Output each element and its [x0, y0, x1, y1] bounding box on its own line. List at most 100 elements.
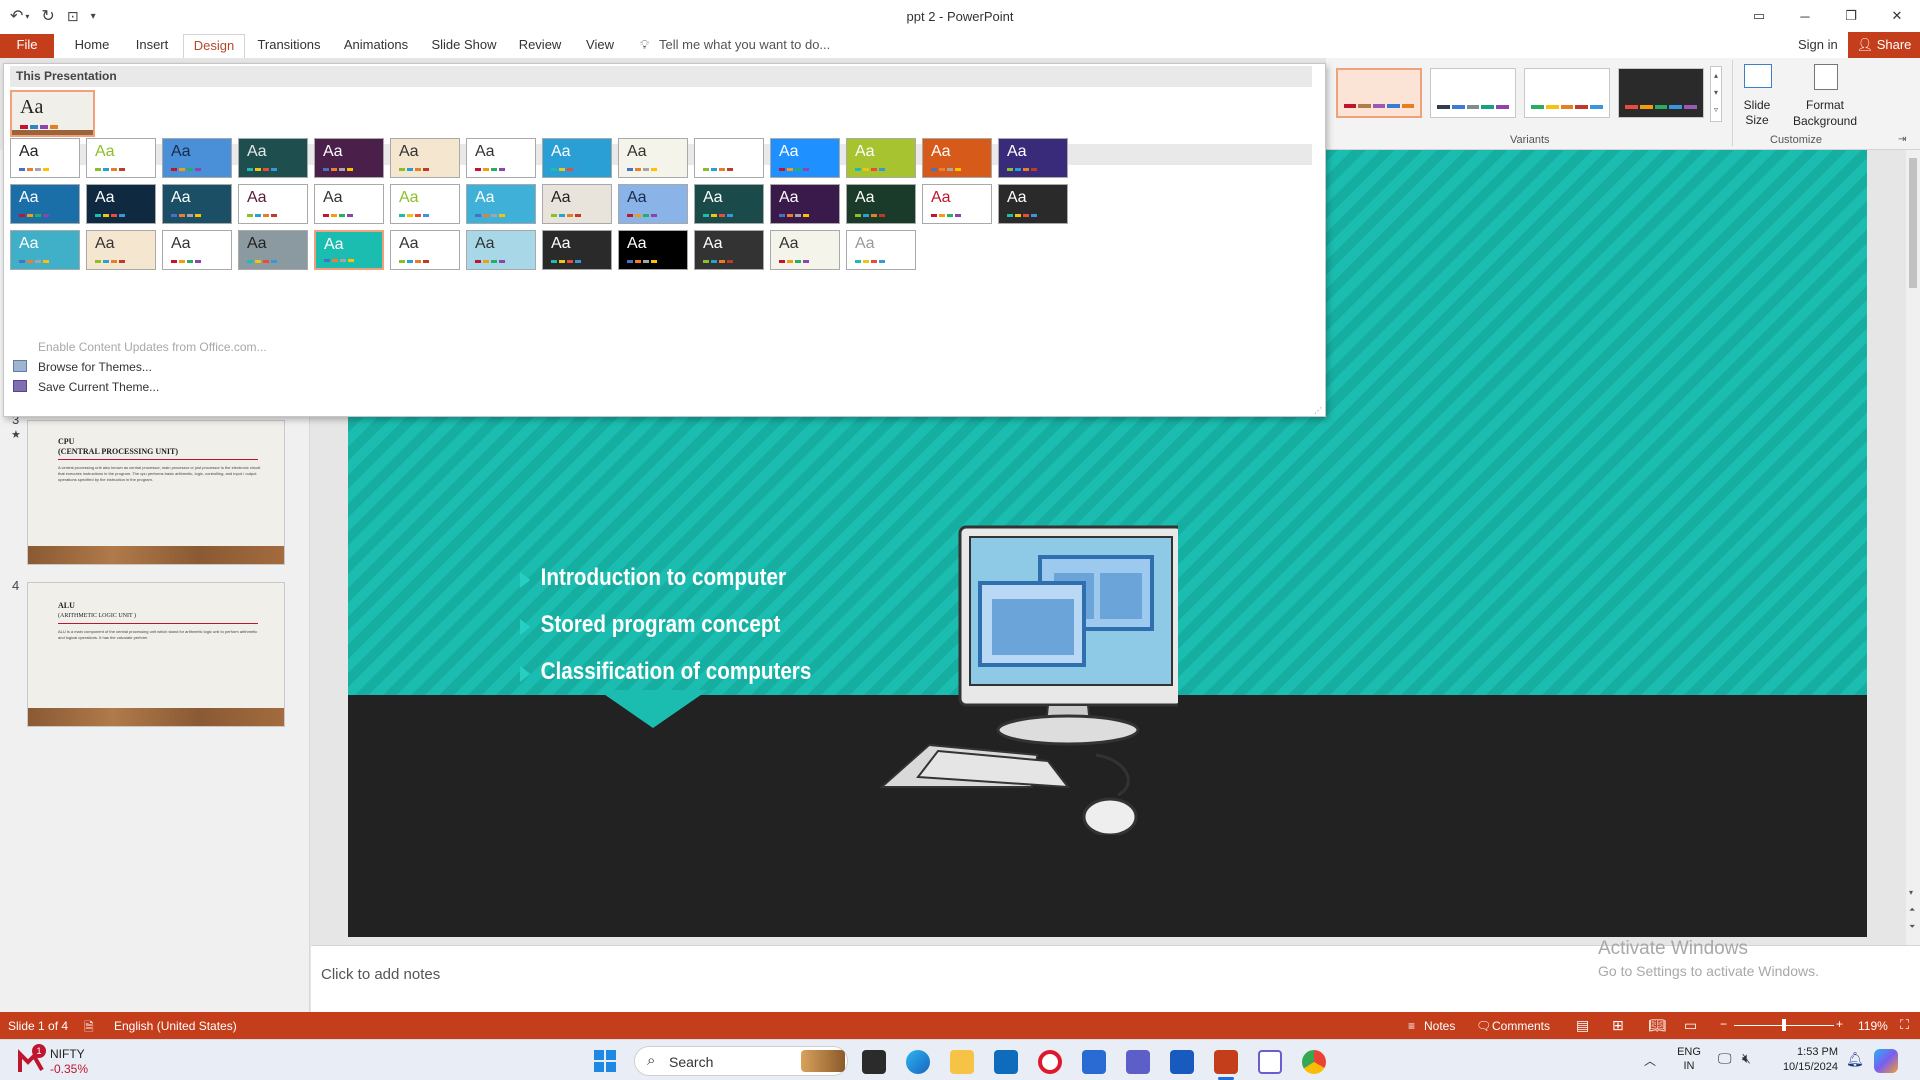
- clock[interactable]: 1:53 PM 10/15/2024: [1760, 1045, 1838, 1075]
- tell-me-search[interactable]: Tell me what you want to do...: [659, 34, 830, 56]
- tab-home[interactable]: Home: [64, 34, 120, 58]
- stock-widget[interactable]: 1 NIFTY -0.35%: [18, 1044, 128, 1078]
- office-theme-10[interactable]: Aa: [694, 138, 764, 178]
- file-explorer-icon[interactable]: [950, 1050, 974, 1074]
- office-theme-40[interactable]: Aa: [846, 230, 916, 270]
- office-theme-23[interactable]: Aa: [618, 184, 688, 224]
- resize-grip-icon[interactable]: ⋰: [1314, 406, 1322, 415]
- normal-view-icon[interactable]: ▤: [1576, 1017, 1589, 1034]
- task-view-icon[interactable]: [862, 1050, 886, 1074]
- zoom-level[interactable]: 119%: [1858, 1019, 1888, 1033]
- browse-for-themes[interactable]: Browse for Themes...: [38, 360, 152, 374]
- office-theme-36[interactable]: Aa: [542, 230, 612, 270]
- ribbon-display-icon[interactable]: ▭: [1736, 0, 1782, 32]
- copilot-icon[interactable]: [1874, 1049, 1898, 1073]
- office-theme-27[interactable]: Aa: [922, 184, 992, 224]
- sign-in-link[interactable]: Sign in: [1798, 34, 1838, 56]
- office-theme-8[interactable]: Aa: [542, 138, 612, 178]
- network-icon[interactable]: 🖵︎: [1718, 1050, 1732, 1067]
- next-slide-icon[interactable]: ⏷: [1909, 922, 1915, 932]
- tab-slide-show[interactable]: Slide Show: [428, 34, 500, 58]
- office-theme-6[interactable]: Aa: [390, 138, 460, 178]
- outlook-icon[interactable]: [994, 1050, 1018, 1074]
- tab-view[interactable]: View: [578, 34, 622, 58]
- previous-slide-icon[interactable]: ⏶: [1909, 905, 1915, 915]
- tab-insert[interactable]: Insert: [124, 34, 180, 58]
- scroll-down-icon[interactable]: ▾: [1909, 888, 1913, 897]
- language-status[interactable]: English (United States): [114, 1019, 237, 1033]
- start-button[interactable]: [594, 1050, 616, 1072]
- editor-vertical-scrollbar[interactable]: ▾ ⏶ ⏷: [1906, 150, 1920, 945]
- office-theme-25[interactable]: Aa: [770, 184, 840, 224]
- tab-design[interactable]: Design: [183, 34, 245, 58]
- close-icon[interactable]: ✕: [1874, 0, 1920, 32]
- opera-icon[interactable]: [1038, 1050, 1062, 1074]
- reading-view-icon[interactable]: 📖︎: [1648, 1017, 1666, 1034]
- office-theme-35[interactable]: Aa: [466, 230, 536, 270]
- tab-animations[interactable]: Animations: [339, 34, 413, 58]
- share-button[interactable]: 👤︎ Share: [1848, 32, 1920, 58]
- office-theme-15[interactable]: Aa: [10, 184, 80, 224]
- variants-scroll-buttons[interactable]: ▴ ▾ ▿: [1710, 66, 1722, 122]
- slideshow-view-icon[interactable]: ▭: [1684, 1017, 1697, 1034]
- slide-bullet-list[interactable]: Introduction to computer Stored program …: [520, 558, 859, 699]
- zoom-slider-thumb[interactable]: [1782, 1019, 1786, 1031]
- office-theme-5[interactable]: Aa: [314, 138, 384, 178]
- office-theme-32[interactable]: Aa: [238, 230, 308, 270]
- input-language[interactable]: ENG IN: [1674, 1045, 1704, 1073]
- office-theme-11[interactable]: Aa: [770, 138, 840, 178]
- office-theme-29[interactable]: Aa: [10, 230, 80, 270]
- office-theme-14[interactable]: Aa: [998, 138, 1068, 178]
- office-theme-12[interactable]: Aa: [846, 138, 916, 178]
- office-theme-16[interactable]: Aa: [86, 184, 156, 224]
- office-theme-13[interactable]: Aa: [922, 138, 992, 178]
- office-theme-1[interactable]: Aa: [10, 138, 80, 178]
- office-theme-20[interactable]: Aa: [390, 184, 460, 224]
- office-theme-38[interactable]: Aa: [694, 230, 764, 270]
- restore-icon[interactable]: ❐: [1828, 0, 1874, 32]
- tab-transitions[interactable]: Transitions: [254, 34, 324, 58]
- powerpoint-icon[interactable]: [1214, 1050, 1238, 1074]
- office-theme-21[interactable]: Aa: [466, 184, 536, 224]
- office-theme-33[interactable]: Aa: [314, 230, 384, 270]
- zoom-in-button[interactable]: +: [1836, 1017, 1843, 1031]
- office-theme-26[interactable]: Aa: [846, 184, 916, 224]
- office-theme-37[interactable]: Aa: [618, 230, 688, 270]
- office-theme-39[interactable]: Aa: [770, 230, 840, 270]
- theme-current[interactable]: Aa: [10, 90, 95, 137]
- comments-toggle[interactable]: Comments: [1492, 1019, 1550, 1033]
- show-hidden-icons[interactable]: ︿: [1644, 1052, 1656, 1069]
- notification-bell-icon[interactable]: 🔔︎: [1846, 1051, 1864, 1068]
- office-theme-22[interactable]: Aa: [542, 184, 612, 224]
- store-icon[interactable]: [1082, 1050, 1106, 1074]
- chrome-icon[interactable]: [1302, 1050, 1326, 1074]
- tab-review[interactable]: Review: [512, 34, 568, 58]
- office-theme-7[interactable]: Aa: [466, 138, 536, 178]
- notes-toggle[interactable]: Notes: [1424, 1019, 1455, 1033]
- format-background-button[interactable]: Format Background: [1788, 62, 1862, 134]
- office-theme-3[interactable]: Aa: [162, 138, 232, 178]
- taskbar-search[interactable]: ⌕ Search: [634, 1046, 848, 1076]
- word-icon[interactable]: [1170, 1050, 1194, 1074]
- spell-check-icon[interactable]: 🗎︎: [84, 1018, 94, 1039]
- zoom-out-button[interactable]: −: [1720, 1017, 1727, 1031]
- slide-thumbnail-4[interactable]: ALU (ARITHMETIC LOGIC UNIT ) ALU is a ma…: [27, 582, 285, 727]
- tab-file[interactable]: File: [0, 34, 54, 58]
- slide-thumbnail-3[interactable]: CPU (CENTRAL PROCESSING UNIT) A central …: [27, 420, 285, 565]
- office-theme-9[interactable]: Aa: [618, 138, 688, 178]
- office-theme-4[interactable]: Aa: [238, 138, 308, 178]
- office-theme-18[interactable]: Aa: [238, 184, 308, 224]
- volume-icon[interactable]: 🔇︎: [1742, 1050, 1751, 1067]
- scrollbar-thumb[interactable]: [1909, 158, 1917, 288]
- office-theme-2[interactable]: Aa: [86, 138, 156, 178]
- variant-1[interactable]: [1336, 68, 1422, 118]
- fit-to-window-icon[interactable]: ⛶: [1900, 1017, 1909, 1033]
- teams-icon[interactable]: [1126, 1050, 1150, 1074]
- office-theme-19[interactable]: Aa: [314, 184, 384, 224]
- slide-size-button[interactable]: Slide Size: [1736, 62, 1778, 134]
- office-theme-30[interactable]: Aa: [86, 230, 156, 270]
- variant-4[interactable]: [1618, 68, 1704, 118]
- variant-3[interactable]: [1524, 68, 1610, 118]
- edge-icon[interactable]: [906, 1050, 930, 1074]
- variant-2[interactable]: [1430, 68, 1516, 118]
